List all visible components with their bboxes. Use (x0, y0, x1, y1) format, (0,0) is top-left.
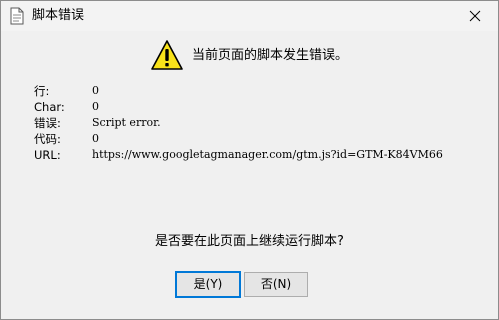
detail-label: 代码: (34, 132, 61, 146)
yes-button[interactable]: 是(Y) (175, 271, 241, 298)
warning-icon (150, 39, 184, 73)
close-icon[interactable] (469, 7, 481, 26)
detail-value: 0 (92, 84, 99, 97)
titlebar: 脚本错误 (1, 1, 498, 31)
detail-label: URL: (34, 148, 61, 162)
continue-question: 是否要在此页面上继续运行脚本? (155, 234, 344, 249)
detail-value: 0 (92, 132, 99, 145)
no-button[interactable]: 否(N) (244, 272, 308, 297)
detail-label: Char: (34, 100, 65, 114)
detail-value: https://www.googletagmanager.com/gtm.js?… (92, 148, 443, 161)
detail-value: Script error. (92, 116, 161, 129)
detail-label: 行: (34, 84, 50, 98)
script-error-dialog: 脚本错误 当前页面的脚本发生错误。 行: 0 Char: 0 错误: Scrip… (0, 0, 499, 320)
close-button[interactable] (452, 1, 498, 31)
window-title: 脚本错误 (32, 8, 85, 23)
detail-label: 错误: (34, 116, 61, 130)
error-message: 当前页面的脚本发生错误。 (192, 48, 349, 63)
detail-value: 0 (92, 100, 99, 113)
document-icon (9, 7, 25, 25)
